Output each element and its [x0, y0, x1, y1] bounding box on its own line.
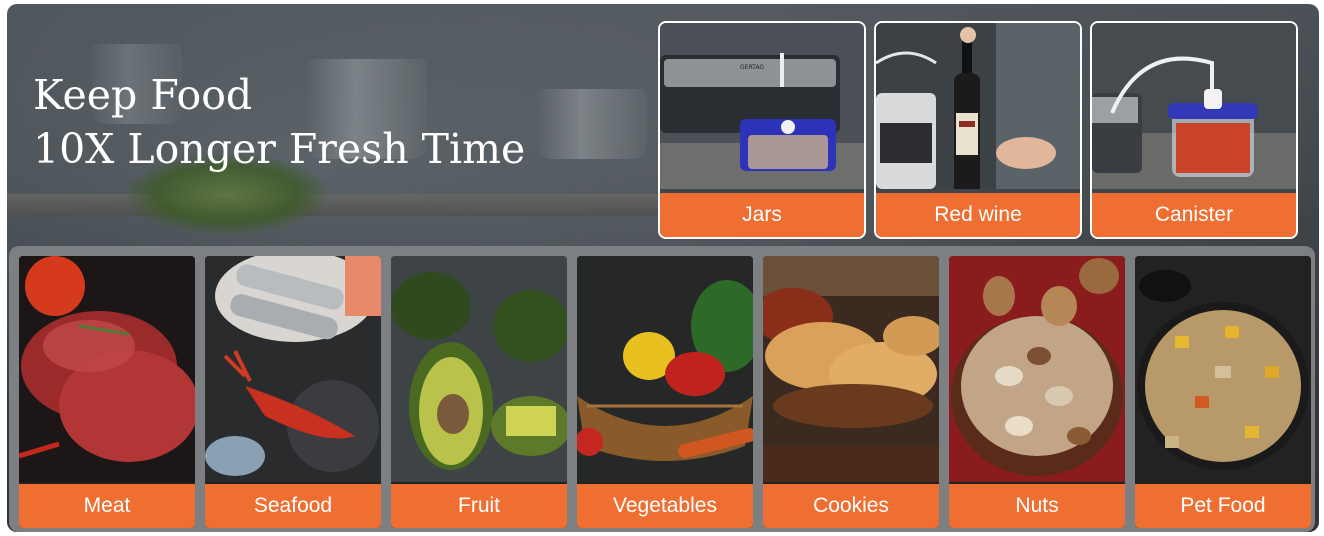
banner: Keep Food 10X Longer Fresh Time GERTAG J… [7, 4, 1319, 532]
tile-label: Seafood [205, 484, 381, 528]
meat-photo [19, 256, 195, 482]
tile-label: Meat [19, 484, 195, 528]
card-red-wine: Red wine [874, 21, 1082, 239]
tile-label: Pet Food [1135, 484, 1311, 528]
tile-label: Fruit [391, 484, 567, 528]
pot-image [537, 89, 647, 159]
food-tile-pet-food: Pet Food [1135, 256, 1311, 528]
cookies-photo [763, 256, 939, 482]
red-wine-photo [876, 23, 1080, 189]
kitchen-counter [7, 194, 667, 216]
tile-label: Vegetables [577, 484, 753, 528]
card-label: Red wine [876, 193, 1080, 237]
device-brand: GERTAG [740, 64, 764, 71]
food-tile-nuts: Nuts [949, 256, 1125, 528]
food-tile-seafood: Seafood [205, 256, 381, 528]
food-tile-fruit: Fruit [391, 256, 567, 528]
seafood-photo [205, 256, 381, 482]
fruit-photo [391, 256, 567, 482]
food-tile-meat: Meat [19, 256, 195, 528]
card-canister: Canister [1090, 21, 1298, 239]
food-tile-cookies: Cookies [763, 256, 939, 528]
card-label: Jars [660, 193, 864, 237]
vegetables-photo [577, 256, 753, 482]
pet-food-photo [1135, 256, 1311, 482]
tile-label: Cookies [763, 484, 939, 528]
card-label: Canister [1092, 193, 1296, 237]
food-tile-vegetables: Vegetables [577, 256, 753, 528]
headline-line-2: 10X Longer Fresh Time [33, 125, 526, 173]
nuts-photo [949, 256, 1125, 482]
headline-line-1: Keep Food [33, 71, 253, 119]
tile-label: Nuts [949, 484, 1125, 528]
jars-photo: GERTAG [660, 23, 864, 189]
headline: Keep Food 10X Longer Fresh Time [33, 68, 525, 176]
canister-photo [1092, 23, 1296, 189]
card-jars: GERTAG Jars [658, 21, 866, 239]
